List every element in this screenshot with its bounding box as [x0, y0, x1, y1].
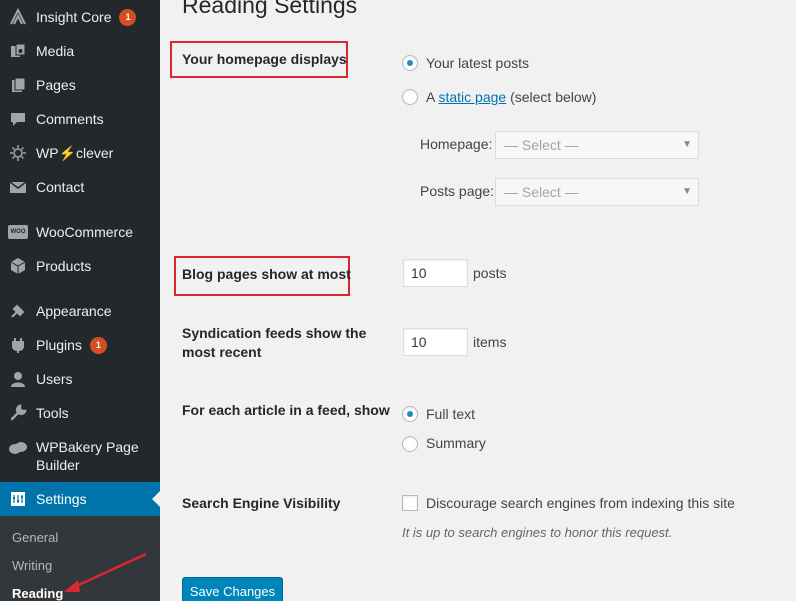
sidebar-item-label: WooCommerce	[36, 224, 133, 240]
sidebar-item-label: Settings	[36, 491, 87, 507]
sidebar-item-plugins[interactable]: Plugins 1	[0, 328, 160, 362]
plugins-icon	[0, 336, 36, 354]
posts-per-page-input[interactable]: 10	[403, 259, 468, 287]
sidebar-item-label: Tools	[36, 405, 69, 421]
products-icon	[0, 257, 36, 275]
posts-page-select-value: — Select —	[504, 184, 579, 200]
static-page-link[interactable]: static page	[438, 89, 506, 105]
update-count-badge: 1	[119, 8, 137, 26]
sidebar-item-label-line2: Builder	[36, 457, 80, 473]
discourage-search-label[interactable]: Discourage search engines from indexing …	[426, 495, 735, 511]
sidebar-item-label: Comments	[36, 111, 104, 127]
homepage-displays-label: Your homepage displays	[182, 51, 347, 67]
insight-icon	[0, 8, 36, 26]
sidebar-item-insight-core[interactable]: Insight Core 1	[0, 0, 160, 34]
sidebar-item-label: Products	[36, 258, 92, 274]
latest-posts-label[interactable]: Your latest posts	[426, 55, 529, 71]
chevron-down-icon: ▼	[682, 186, 692, 197]
blog-pages-label: Blog pages show at most	[182, 266, 351, 282]
page-title: Reading Settings	[182, 0, 358, 18]
static-page-prefix: A	[426, 89, 435, 105]
summary-radio[interactable]	[402, 436, 418, 452]
sidebar-item-label: WP⚡clever	[36, 144, 114, 161]
full-text-radio[interactable]	[402, 406, 418, 422]
sidebar-item-label: WPBakery Page	[36, 439, 139, 455]
sidebar-item-settings[interactable]: Settings	[0, 482, 160, 516]
pages-icon	[0, 76, 36, 94]
save-changes-button[interactable]: Save Changes	[182, 577, 283, 601]
sidebar-item-products[interactable]: Products	[0, 249, 160, 283]
woocommerce-icon: WOO	[0, 225, 36, 239]
sidebar-item-label: Insight Core	[36, 9, 112, 25]
feed-items-input[interactable]: 10	[403, 328, 468, 356]
sidebar-item-label: Users	[36, 371, 73, 387]
static-page-option[interactable]: A static page (select below)	[426, 89, 596, 105]
search-visibility-description: It is up to search engines to honor this…	[402, 525, 673, 540]
latest-posts-radio[interactable]	[402, 55, 418, 71]
sidebar-item-wpbakery[interactable]: WPBakery Page Builder	[0, 432, 160, 478]
posts-page-select-label: Posts page:	[420, 183, 494, 199]
posts-unit-label: posts	[473, 265, 507, 281]
update-count-badge: 1	[89, 336, 107, 354]
submenu-item-writing[interactable]: Writing	[12, 558, 52, 573]
media-icon	[0, 42, 36, 60]
feed-article-label: For each article in a feed, show	[182, 402, 390, 418]
sidebar-item-label: Contact	[36, 179, 85, 195]
syndication-label-line1: Syndication feeds show the	[182, 325, 367, 341]
comments-icon	[0, 110, 36, 128]
static-page-radio[interactable]	[402, 89, 418, 105]
homepage-select[interactable]: — Select — ▼	[495, 131, 699, 159]
sidebar-item-label: Appearance	[36, 303, 112, 319]
sidebar-item-wpclever[interactable]: WP⚡clever	[0, 136, 160, 170]
search-visibility-label: Search Engine Visibility	[182, 495, 341, 511]
sidebar-item-label: Pages	[36, 77, 76, 93]
syndication-label-line2: most recent	[182, 344, 262, 360]
sidebar-item-tools[interactable]: Tools	[0, 396, 160, 430]
tools-icon	[0, 404, 36, 422]
sidebar-item-comments[interactable]: Comments	[0, 102, 160, 136]
wpclever-icon	[0, 144, 36, 162]
sidebar-item-woocommerce[interactable]: WOO WooCommerce	[0, 215, 160, 249]
homepage-select-value: — Select —	[504, 137, 579, 153]
settings-icon	[0, 490, 36, 508]
full-text-label[interactable]: Full text	[426, 406, 475, 422]
annotation-arrow	[64, 552, 147, 592]
sidebar-item-users[interactable]: Users	[0, 362, 160, 396]
sidebar-item-appearance[interactable]: Appearance	[0, 294, 160, 328]
submenu-item-reading[interactable]: Reading	[12, 586, 63, 601]
users-icon	[0, 370, 36, 388]
static-page-suffix: (select below)	[510, 89, 597, 105]
admin-sidebar: Insight Core 1 Media Pages Comments WP⚡c…	[0, 0, 160, 601]
contact-icon	[0, 178, 36, 196]
summary-label[interactable]: Summary	[426, 435, 486, 451]
sidebar-item-label: Media	[36, 43, 75, 59]
menu-separator	[0, 284, 160, 285]
sidebar-item-media[interactable]: Media	[0, 34, 160, 68]
discourage-search-checkbox[interactable]	[402, 495, 418, 511]
posts-page-select[interactable]: — Select — ▼	[495, 178, 699, 206]
chevron-down-icon: ▼	[682, 139, 692, 150]
submenu-item-general[interactable]: General	[12, 530, 58, 545]
sidebar-item-pages[interactable]: Pages	[0, 68, 160, 102]
sidebar-item-contact[interactable]: Contact	[0, 170, 160, 204]
items-unit-label: items	[473, 334, 507, 350]
menu-separator	[0, 205, 160, 206]
wpbakery-icon	[0, 438, 36, 456]
appearance-icon	[0, 302, 36, 320]
sidebar-item-label: Plugins	[36, 337, 82, 353]
main-content: Reading Settings Your homepage displays …	[160, 0, 796, 601]
homepage-select-label: Homepage:	[420, 136, 493, 152]
